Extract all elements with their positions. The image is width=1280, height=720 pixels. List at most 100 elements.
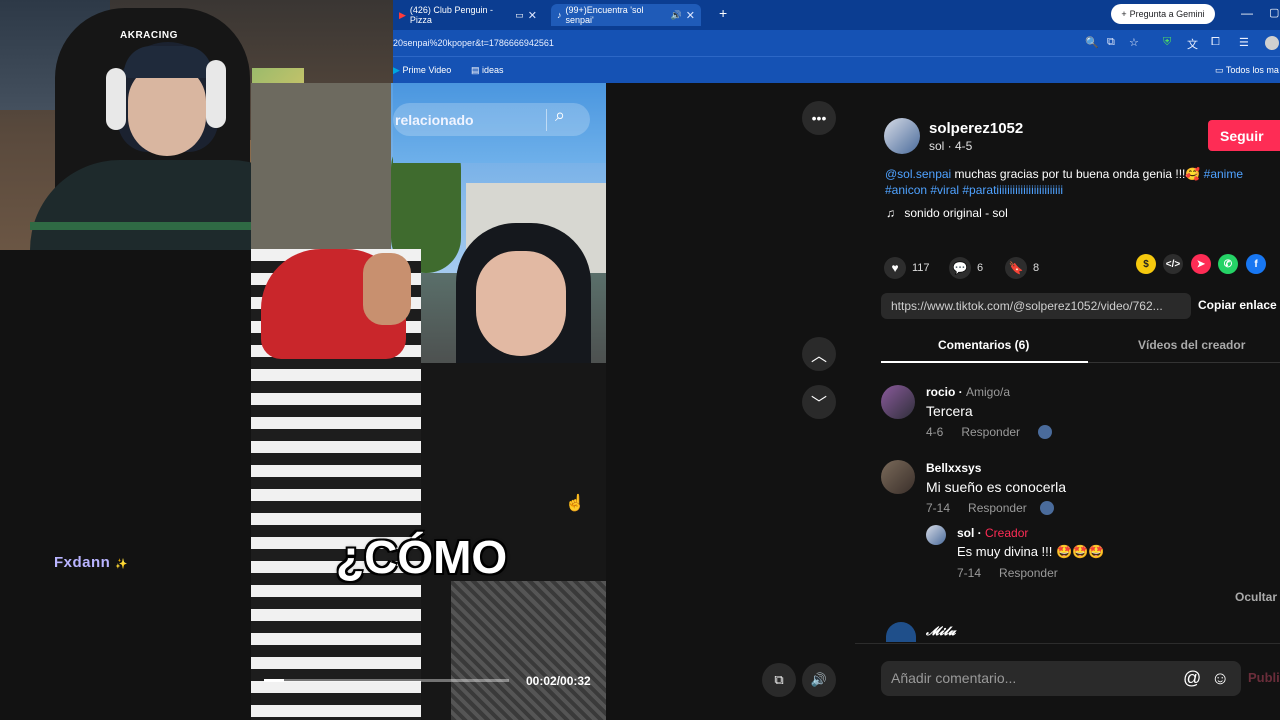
avatar[interactable] (886, 622, 916, 642)
comment-author-name: sol (957, 526, 975, 540)
tab-label: (99+)Encuentra 'sol senpai' (565, 5, 644, 25)
emoji-icon[interactable]: ☺ (1211, 668, 1229, 689)
tab-youtube[interactable]: ▶ (426) Club Penguin - Pizza ▭ ✕ (393, 4, 543, 26)
creator-liked-badge (1040, 501, 1054, 515)
more-options-button[interactable]: ••• (802, 101, 836, 135)
reply-button[interactable]: Responder (999, 566, 1058, 580)
comment-date: 7-14 (926, 501, 951, 515)
prime-icon: ▶ (393, 65, 400, 75)
mouse-cursor-icon: ☝ (565, 495, 585, 512)
author-meta: sol · 4-5 (929, 139, 973, 153)
extensions-icon[interactable]: ⧠ (1211, 36, 1220, 49)
hide-replies-button[interactable]: Ocultar (1235, 590, 1277, 604)
minimize-icon[interactable]: — (1241, 6, 1253, 20)
bookmark-prime[interactable]: ▶ Prime Video (393, 65, 451, 76)
all-bookmarks[interactable]: ▭ Todos los ma (1215, 65, 1279, 76)
coin-share-icon[interactable]: $ (1136, 254, 1156, 274)
author-avatar[interactable] (884, 118, 920, 154)
folder-icon: ▭ (1215, 65, 1224, 75)
comment-meta: 7-14 Responder (926, 501, 1027, 515)
cast-icon[interactable]: ⧉ (1107, 36, 1115, 49)
whatsapp-icon[interactable]: ✆ (1218, 254, 1238, 274)
comment-author[interactable]: sol · Creador (957, 526, 1028, 540)
send-icon[interactable]: ➤ (1191, 254, 1211, 274)
reply-button[interactable]: Responder (961, 425, 1020, 439)
shield-icon[interactable]: ⛨ (1163, 36, 1171, 49)
video-progress-bar[interactable] (264, 679, 509, 682)
facebook-icon[interactable]: f (1246, 254, 1266, 274)
star-icon[interactable]: ☆ (1129, 36, 1139, 49)
chevron-down-icon: ﹀ (810, 396, 827, 413)
avatar[interactable] (881, 460, 915, 494)
save-stat[interactable]: 🔖 8 (1005, 257, 1039, 279)
chevron-up-icon: ︿ (810, 348, 827, 365)
sound-link[interactable]: ♫ sonido original - sol (886, 206, 1008, 220)
video-player[interactable]: relacionado ⌕ ¿CÓMO ☝ 00:02/00:32 (251, 83, 606, 720)
streamer-name: Fxdann (54, 554, 111, 571)
author-name[interactable]: solperez1052 (929, 120, 1023, 137)
like-count: 117 (912, 262, 930, 274)
post-comment-button[interactable]: Publi (1248, 670, 1280, 685)
zoom-icon[interactable]: 🔍 (1085, 36, 1099, 49)
tab-comments[interactable]: Comentarios (6) (938, 338, 1029, 352)
mention-icon[interactable]: @ (1183, 668, 1201, 689)
comment-author-name: rocio (926, 385, 956, 399)
plus-icon: + (1121, 9, 1127, 19)
profile-avatar[interactable] (1265, 36, 1279, 50)
related-search-text[interactable]: relacionado (395, 112, 474, 128)
close-icon[interactable]: ✕ (528, 9, 537, 22)
new-tab-button[interactable]: + (719, 5, 727, 21)
comment-author[interactable]: 𝓜𝓲𝓵𝓾 (926, 624, 956, 639)
all-bookmarks-label: Todos los ma (1225, 65, 1279, 75)
sound-label: sonido original - sol (904, 206, 1008, 220)
comment-author[interactable]: rocio · Amigo/a (926, 385, 1010, 399)
youtube-icon: ▶ (399, 9, 406, 20)
gemini-button[interactable]: + Pregunta a Gemini (1111, 4, 1215, 24)
comment-stat[interactable]: 💬 6 (949, 257, 983, 279)
previous-video-button[interactable]: ︿ (802, 337, 836, 371)
streamer-fringe (124, 46, 212, 78)
comment-date: 4-6 (926, 425, 944, 439)
comment-author-role: Amigo/a (966, 385, 1011, 399)
copy-link-button[interactable]: Copiar enlace (1198, 298, 1277, 312)
speaker-icon: 🔊 (810, 672, 828, 687)
like-stat[interactable]: ♥ 117 (884, 257, 930, 279)
comment-meta: 4-6 Responder (926, 425, 1020, 439)
tab-search-icon[interactable]: ☰ (1239, 36, 1249, 49)
bookmark-label: Prime Video (402, 65, 452, 75)
comment-text: Tercera (926, 403, 973, 419)
more-icon: ••• (811, 110, 827, 126)
speaker-icon: 🔊 (670, 9, 682, 20)
volume-button[interactable]: 🔊 (802, 663, 836, 697)
video-caption: ¿CÓMO (336, 531, 508, 583)
video-progress-fill (264, 679, 284, 682)
headphone-right (206, 60, 226, 128)
tab-label: (426) Club Penguin - Pizza (409, 5, 493, 25)
bookmark-ideas[interactable]: ▤ ideas (471, 65, 504, 76)
post-link[interactable]: https://www.tiktok.com/@solperez1052/vid… (881, 293, 1191, 319)
gemini-label: Pregunta a Gemini (1129, 9, 1205, 19)
search-icon[interactable]: ⌕ (555, 105, 565, 126)
url-text[interactable]: 20senpai%20kpoper&t=1786666942561 (393, 38, 554, 48)
search-divider (546, 109, 547, 131)
pip-button[interactable]: ⧉ (762, 663, 796, 697)
mention-link[interactable]: @sol.senpai (885, 167, 951, 181)
comment-meta: 7-14 Responder (957, 566, 1058, 580)
close-icon[interactable]: ✕ (686, 9, 695, 22)
tab-tiktok[interactable]: ♪ (99+)Encuentra 'sol senpai' 🔊 ✕ (551, 4, 701, 26)
avatar[interactable] (926, 525, 946, 545)
reply-button[interactable]: Responder (968, 501, 1027, 515)
folder-icon: ▤ (471, 65, 480, 75)
comment-author[interactable]: Bellxxsys (926, 461, 981, 475)
next-video-button[interactable]: ﹀ (802, 385, 836, 419)
maximize-icon[interactable]: ▢ (1269, 6, 1279, 19)
avatar[interactable] (881, 385, 915, 419)
translate-icon[interactable]: 文 (1187, 36, 1198, 52)
follow-button[interactable]: Seguir (1208, 120, 1280, 151)
comment-placeholder[interactable]: Añadir comentario... (891, 670, 1016, 686)
embed-icon[interactable]: </> (1163, 254, 1183, 274)
address-bar[interactable]: 20senpai%20kpoper&t=1786666942561 🔍 ⧉ ☆ … (393, 30, 1280, 56)
video-skirt (451, 581, 606, 720)
tab-creator-videos[interactable]: Vídeos del creador (1138, 338, 1245, 352)
tab-audio-icon: ▭ (515, 9, 524, 20)
